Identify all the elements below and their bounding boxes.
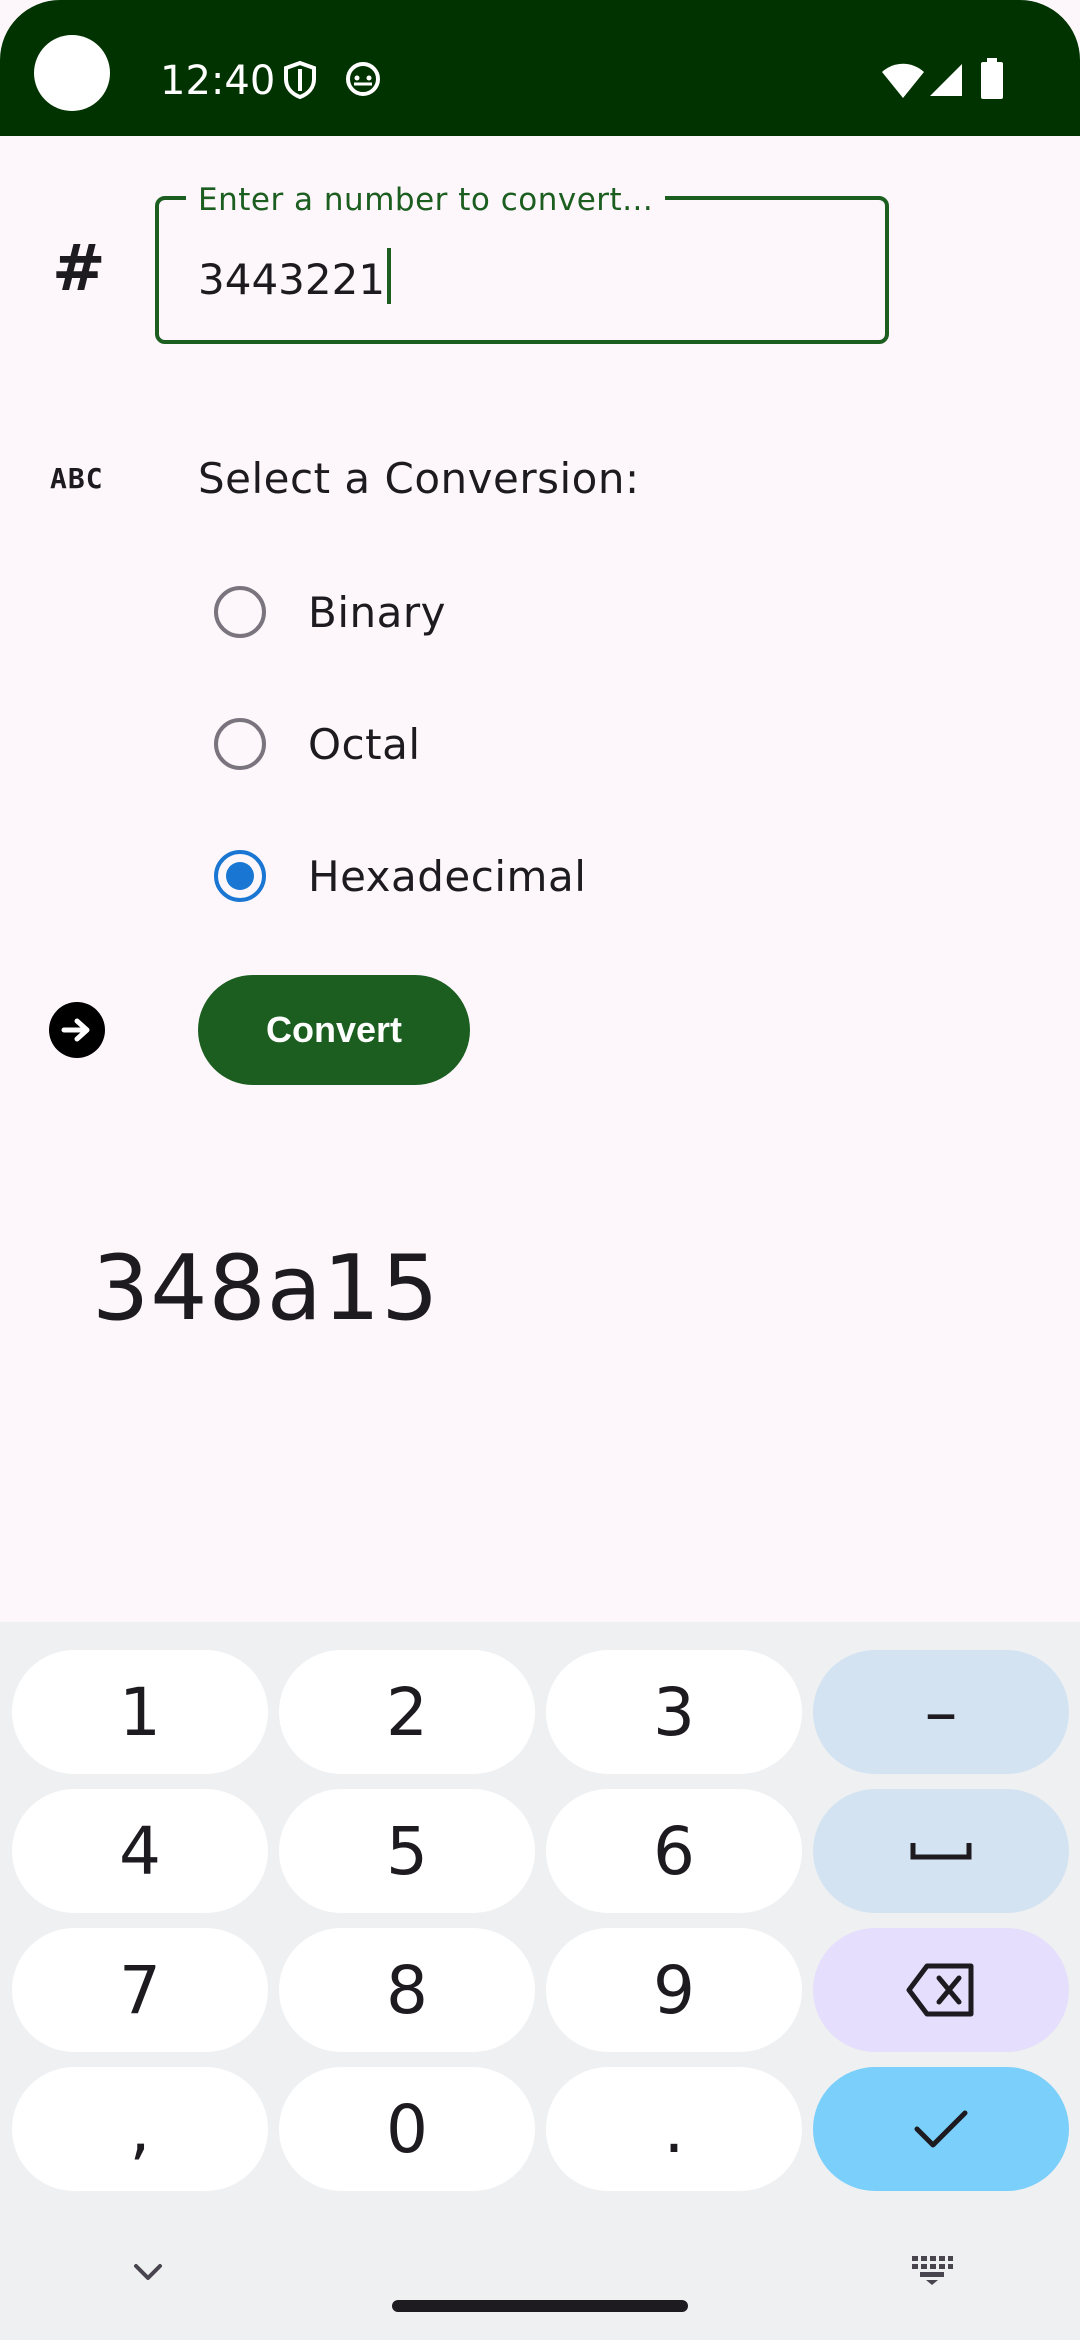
text-cursor xyxy=(387,248,392,304)
wifi-icon xyxy=(880,62,926,105)
key-period[interactable]: . xyxy=(546,2067,802,2191)
key-backspace[interactable] xyxy=(813,1928,1069,2052)
radio-option-hexadecimal[interactable]: Hexadecimal xyxy=(214,846,586,906)
arrow-right-icon xyxy=(49,1002,105,1058)
number-input-text: 3443221 xyxy=(198,255,386,304)
status-time: 12:40 xyxy=(160,58,276,104)
radio-button[interactable] xyxy=(214,586,266,638)
cellular-signal-icon xyxy=(928,62,964,103)
number-input-value[interactable]: 3443221 xyxy=(198,248,392,304)
conversion-result: 348a15 xyxy=(92,1236,440,1341)
key-2[interactable]: 2 xyxy=(279,1650,535,1774)
shield-icon xyxy=(282,60,318,105)
radio-selected-dot xyxy=(226,862,254,890)
key-4[interactable]: 4 xyxy=(12,1789,268,1913)
key-6[interactable]: 6 xyxy=(546,1789,802,1913)
numeric-keyboard: 1 2 3 – 4 5 6 7 8 9 , 0 . xyxy=(0,1622,1080,2340)
radio-label: Octal xyxy=(308,719,421,769)
keyboard-switch-icon[interactable] xyxy=(910,2254,954,2291)
abc-icon: ABC xyxy=(50,462,104,495)
convert-button[interactable]: Convert xyxy=(198,975,470,1085)
status-bar: 12:40 xyxy=(0,0,1080,136)
radio-label: Binary xyxy=(308,587,446,637)
number-input-label: Enter a number to convert... xyxy=(186,182,666,218)
key-0[interactable]: 0 xyxy=(279,2067,535,2191)
backspace-icon xyxy=(906,1963,974,2017)
key-minus[interactable]: – xyxy=(813,1650,1069,1774)
home-indicator[interactable] xyxy=(392,2300,688,2312)
key-8[interactable]: 8 xyxy=(279,1928,535,2052)
conversion-heading: Select a Conversion: xyxy=(198,454,640,503)
radio-label: Hexadecimal xyxy=(308,851,587,901)
key-7[interactable]: 7 xyxy=(12,1928,268,2052)
radio-option-binary[interactable]: Binary xyxy=(214,582,446,642)
camera-cutout xyxy=(34,35,110,111)
key-comma[interactable]: , xyxy=(12,2067,268,2191)
key-9[interactable]: 9 xyxy=(546,1928,802,2052)
key-5[interactable]: 5 xyxy=(279,1789,535,1913)
key-space[interactable] xyxy=(813,1789,1069,1913)
chevron-down-icon[interactable] xyxy=(132,2262,164,2287)
hash-icon: # xyxy=(52,232,106,306)
radio-button[interactable] xyxy=(214,718,266,770)
radio-option-octal[interactable]: Octal xyxy=(214,714,421,774)
android-robot-icon xyxy=(344,60,382,103)
checkmark-icon xyxy=(914,2110,968,2148)
key-3[interactable]: 3 xyxy=(546,1650,802,1774)
space-icon xyxy=(910,1843,972,1860)
key-done[interactable] xyxy=(813,2067,1069,2191)
battery-icon xyxy=(980,58,1004,105)
key-1[interactable]: 1 xyxy=(12,1650,268,1774)
radio-button-selected[interactable] xyxy=(214,850,266,902)
